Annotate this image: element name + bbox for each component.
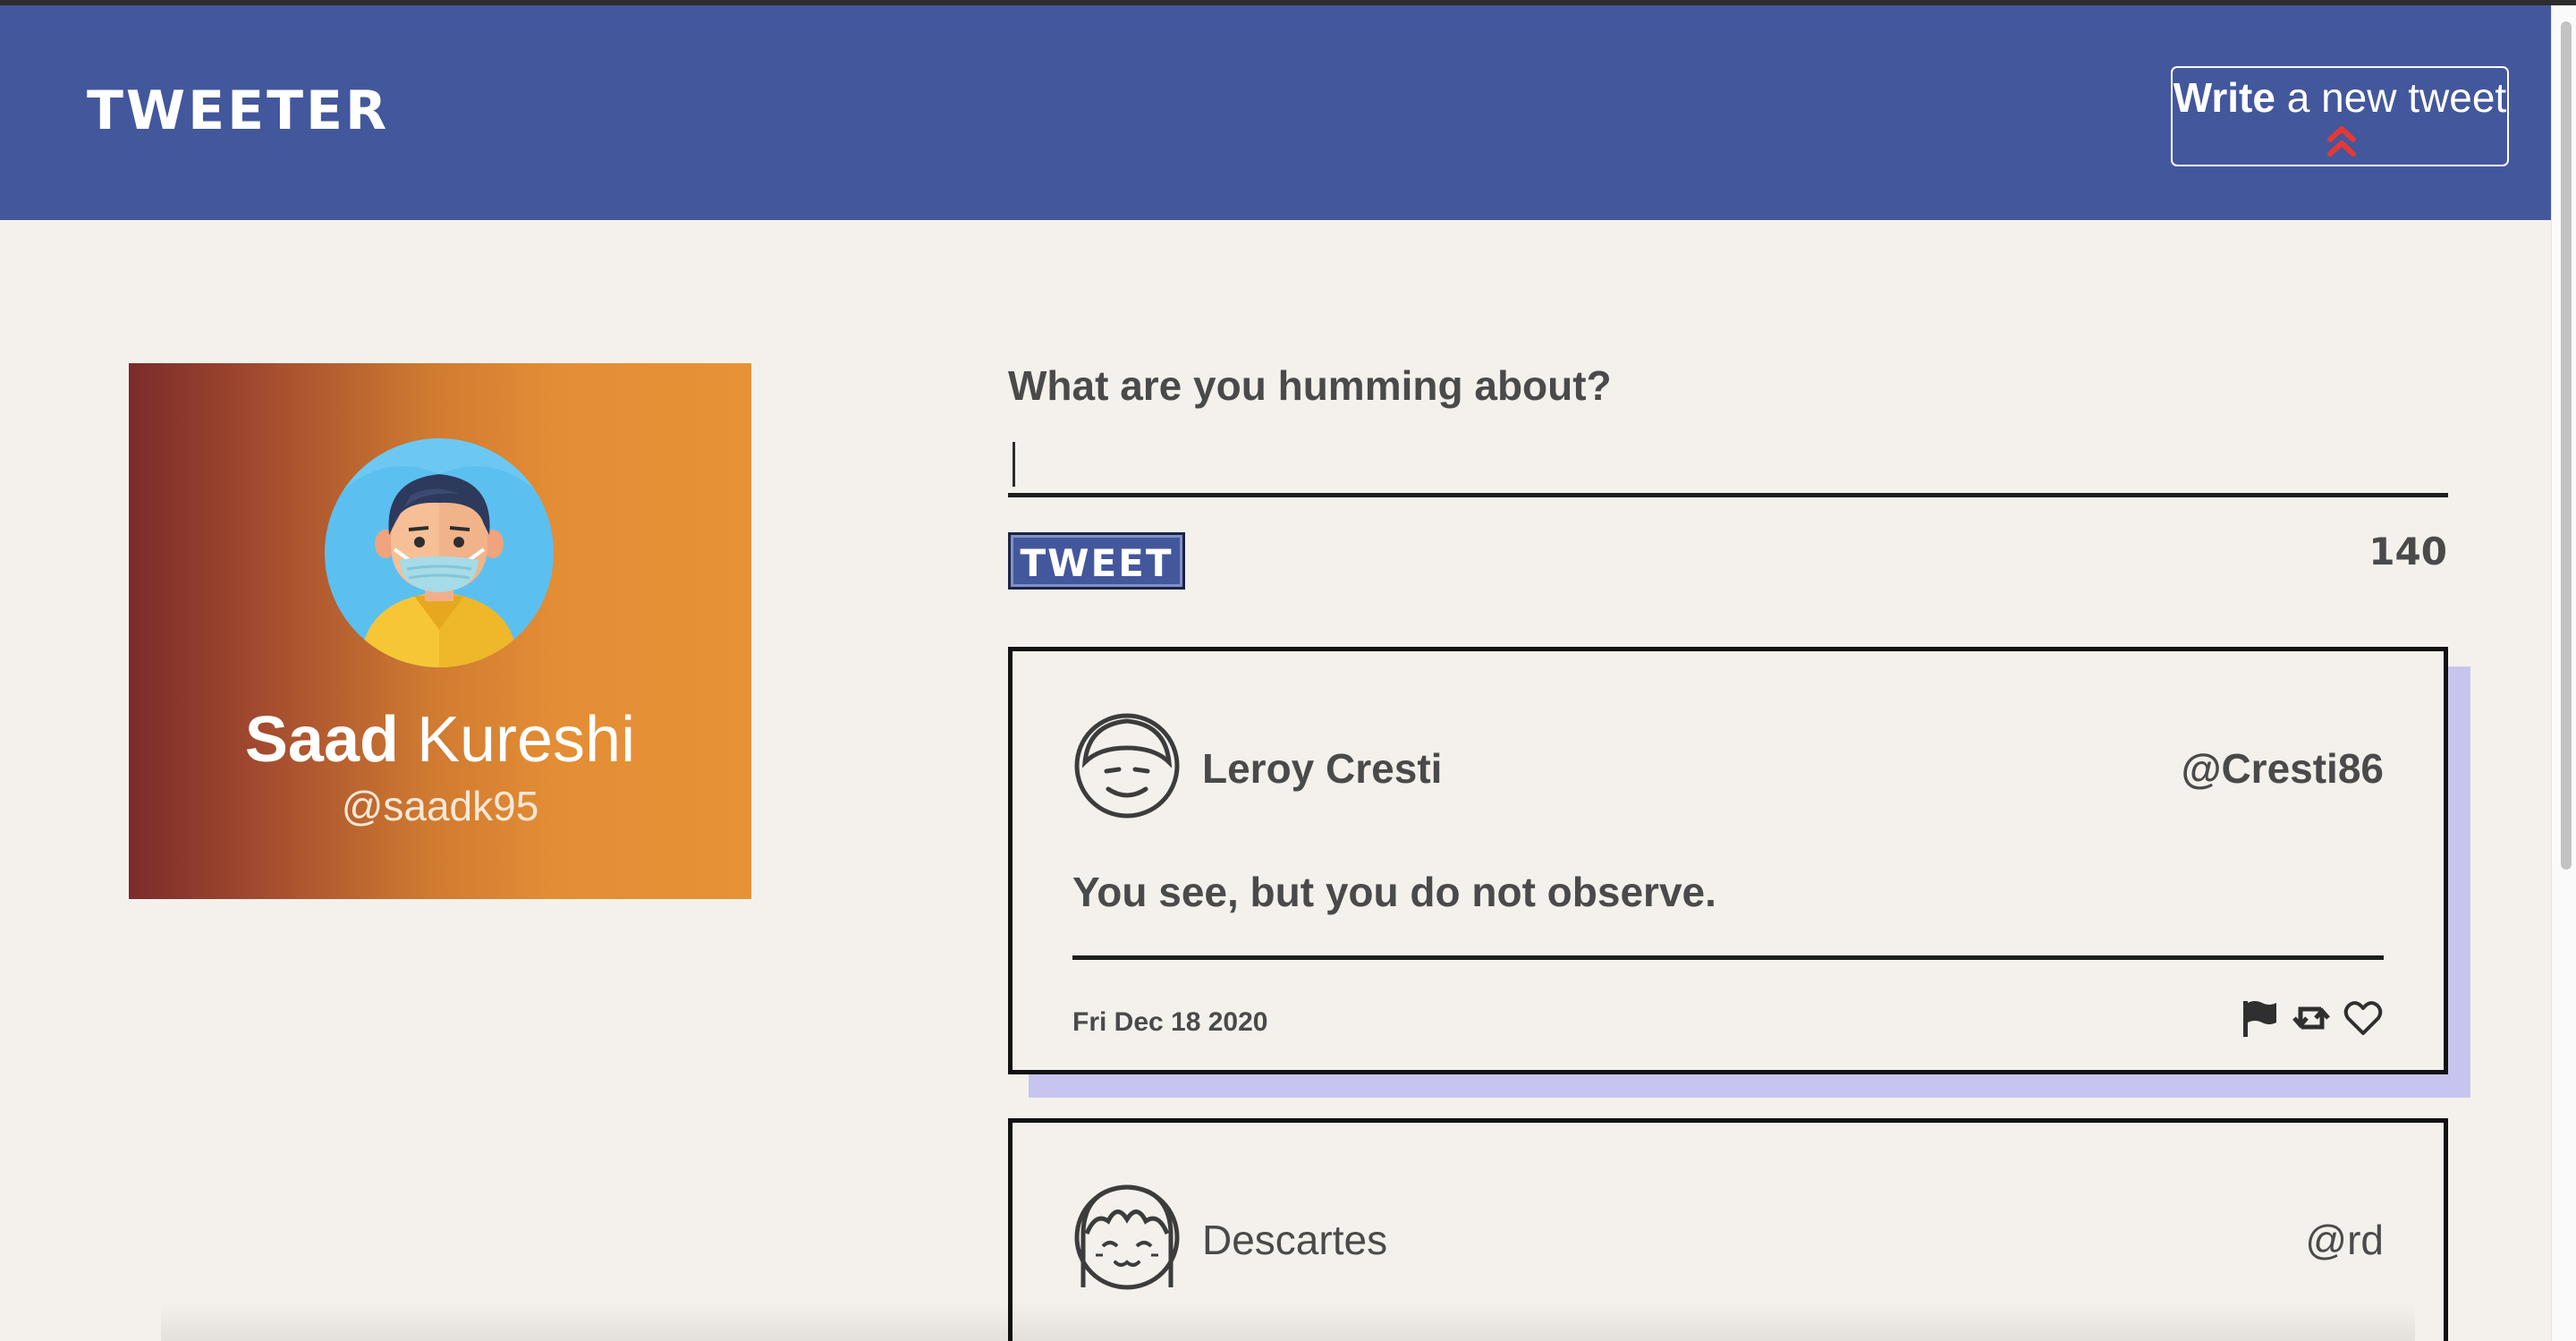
write-new-tweet-label: Write a new tweet	[2173, 75, 2507, 121]
tweet-text-input[interactable]	[1008, 433, 2448, 497]
tweet-date: Fri Dec 18 2020	[1072, 1007, 1268, 1037]
profile-handle: @saadk95	[341, 783, 539, 829]
page-scrollbar[interactable]	[2551, 5, 2576, 1341]
girl-bangs-outline-icon	[1074, 1184, 1180, 1290]
double-chevron-up-icon	[2327, 126, 2356, 157]
character-counter: 140	[2368, 530, 2447, 573]
masked-man-avatar-icon	[325, 438, 554, 667]
scrollbar-thumb[interactable]	[2561, 21, 2572, 870]
tweet-actions	[2239, 997, 2384, 1040]
tweet-author-handle: @rd	[2305, 1217, 2384, 1263]
text-caret	[1013, 442, 1015, 487]
write-label-rest: a new tweet	[2275, 74, 2507, 121]
tweet-author-name: Leroy Cresti	[1202, 745, 1443, 792]
profile-first-name: Saad	[244, 704, 399, 776]
tweet-card: Descartes @rd	[1008, 1118, 2448, 1341]
flag-icon[interactable]	[2239, 998, 2280, 1038]
profile-name: Saad Kureshi	[129, 708, 751, 772]
brand-logo[interactable]: TWEETER	[87, 84, 389, 138]
write-new-tweet-button[interactable]: Write a new tweet	[2171, 66, 2509, 166]
tweet-submit-button[interactable]: TWEET	[1008, 532, 1185, 590]
tweet-content: You see, but you do not observe.	[1072, 869, 1716, 915]
compose-prompt: What are you humming about?	[1008, 362, 1612, 409]
write-label-bold: Write	[2173, 74, 2275, 121]
smiling-man-outline-icon	[1074, 713, 1180, 819]
profile-card: Saad Kureshi @saadk95	[129, 363, 751, 899]
retweet-icon[interactable]	[2291, 998, 2332, 1038]
tweet-author-handle: @Cresti86	[2181, 745, 2384, 792]
tweet-author-name: Descartes	[1202, 1217, 1388, 1263]
top-navbar: TWEETER Write a new tweet	[0, 5, 2551, 220]
tweet-divider	[1072, 955, 2384, 960]
tweet-card: Leroy Cresti @Cresti86 You see, but you …	[1008, 647, 2448, 1074]
heart-icon[interactable]	[2343, 998, 2384, 1038]
profile-last-name: Kureshi	[398, 704, 636, 776]
